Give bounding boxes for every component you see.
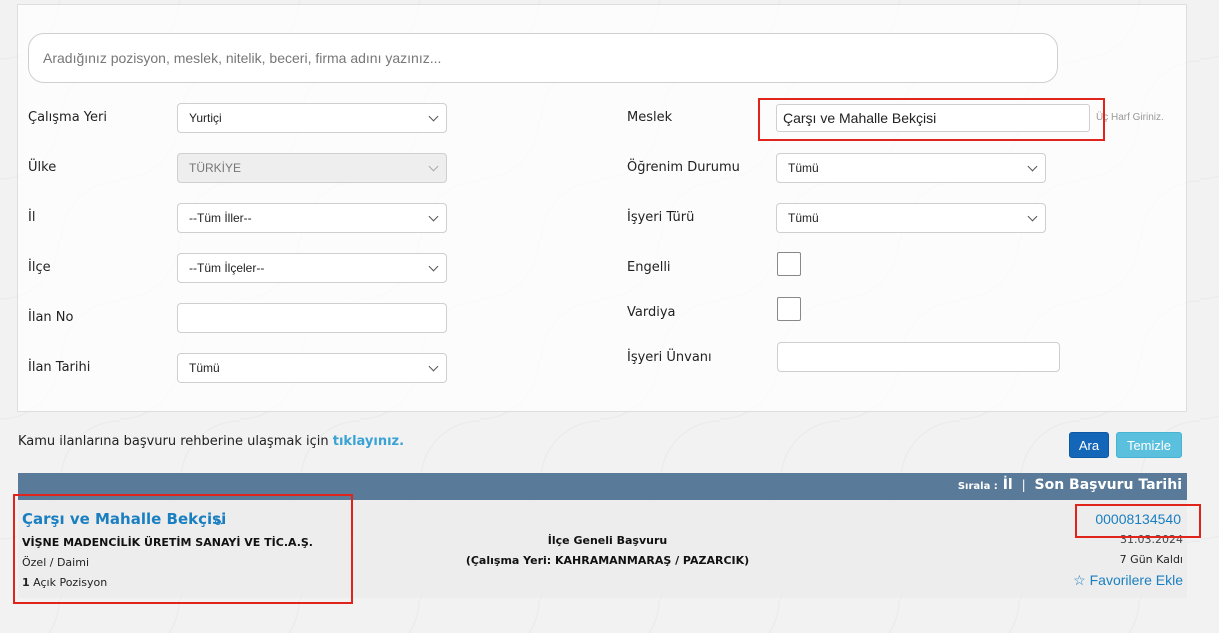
ilan-no-input[interactable] bbox=[177, 303, 447, 333]
meslek-hint: Üç Harf Giriniz. bbox=[1096, 112, 1164, 123]
label-calisma-yeri: Çalışma Yeri bbox=[28, 110, 107, 125]
label-vardiya: Vardiya bbox=[627, 305, 676, 320]
ulke-select: TÜRKİYE bbox=[177, 153, 447, 183]
highlight-box-meslek bbox=[758, 98, 1105, 141]
days-left: 7 Gün Kaldı bbox=[1119, 553, 1183, 566]
ilan-tarihi-value: Tümü bbox=[189, 361, 220, 375]
engelli-checkbox[interactable] bbox=[777, 252, 801, 276]
label-ogrenim: Öğrenim Durumu bbox=[627, 160, 740, 175]
chevron-down-icon bbox=[1027, 211, 1038, 222]
ilce-value: --Tüm İlçeler-- bbox=[189, 261, 265, 275]
sort-options: Sırala : İl | Son Başvuru Tarihi bbox=[958, 477, 1182, 493]
chevron-down-icon bbox=[428, 211, 439, 222]
il-select[interactable]: --Tüm İller-- bbox=[177, 203, 447, 233]
highlight-box-listing bbox=[13, 494, 353, 604]
guide-info-text: Kamu ilanlarına başvuru rehberine ulaşma… bbox=[18, 434, 333, 449]
chevron-down-icon bbox=[428, 161, 439, 172]
isyeri-turu-value: Tümü bbox=[788, 211, 819, 225]
chevron-down-icon bbox=[428, 361, 439, 372]
label-il: İl bbox=[28, 210, 36, 225]
sort-prefix: Sırala : bbox=[957, 481, 998, 492]
label-isyeri-unvani: İşyeri Ünvanı bbox=[627, 350, 712, 365]
chevron-down-icon bbox=[428, 111, 439, 122]
search-button[interactable]: Ara bbox=[1069, 432, 1109, 458]
search-input[interactable] bbox=[28, 33, 1058, 83]
star-icon: ☆ bbox=[1073, 572, 1086, 588]
ogrenim-value: Tümü bbox=[788, 161, 819, 175]
il-value: --Tüm İller-- bbox=[189, 211, 252, 225]
clear-button[interactable]: Temizle bbox=[1116, 432, 1182, 458]
sort-by-son-basvuru[interactable]: Son Başvuru Tarihi bbox=[1035, 477, 1183, 493]
ilce-select[interactable]: --Tüm İlçeler-- bbox=[177, 253, 447, 283]
label-meslek: Meslek bbox=[627, 110, 673, 125]
ulke-value: TÜRKİYE bbox=[189, 161, 242, 175]
ilan-tarihi-select[interactable]: Tümü bbox=[177, 353, 447, 383]
label-ulke: Ülke bbox=[28, 160, 57, 175]
sort-separator: | bbox=[1021, 478, 1026, 492]
vardiya-checkbox[interactable] bbox=[777, 297, 801, 321]
label-ilce: İlçe bbox=[28, 260, 51, 275]
sort-by-il[interactable]: İl bbox=[1003, 477, 1013, 493]
ogrenim-select[interactable]: Tümü bbox=[776, 153, 1046, 183]
guide-info: Kamu ilanlarına başvuru rehberine ulaşma… bbox=[18, 434, 404, 449]
calisma-yeri-value: Yurtiçi bbox=[189, 111, 222, 125]
label-ilan-no: İlan No bbox=[28, 310, 74, 325]
add-favorite-button[interactable]: ☆ Favorilere Ekle bbox=[1073, 572, 1183, 589]
highlight-box-listing-number bbox=[1075, 504, 1201, 538]
isyeri-turu-select[interactable]: Tümü bbox=[776, 203, 1046, 233]
add-favorite-label: Favorilere Ekle bbox=[1089, 572, 1183, 588]
chevron-down-icon bbox=[428, 261, 439, 272]
label-ilan-tarihi: İlan Tarihi bbox=[28, 360, 91, 375]
label-isyeri-turu: İşyeri Türü bbox=[627, 210, 695, 225]
isyeri-unvani-input[interactable] bbox=[777, 342, 1060, 372]
label-engelli: Engelli bbox=[627, 260, 671, 275]
guide-link[interactable]: tıklayınız. bbox=[333, 434, 404, 449]
chevron-down-icon bbox=[1027, 161, 1038, 172]
calisma-yeri-select[interactable]: Yurtiçi bbox=[177, 103, 447, 133]
